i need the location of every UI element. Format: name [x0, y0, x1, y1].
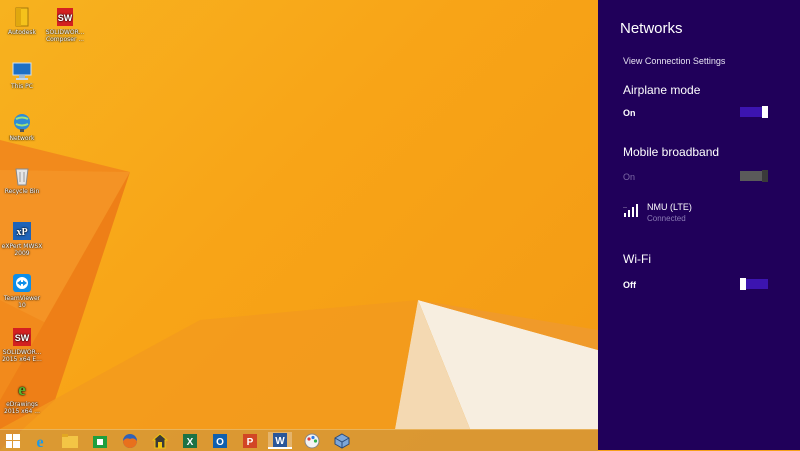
- desktop-icon-label: This PC: [11, 83, 33, 90]
- network-item-nmu-lte[interactable]: ‥ NMU (LTE) Connected: [623, 200, 783, 224]
- desktop-icon-this-pc[interactable]: This PC: [0, 60, 44, 90]
- internet-explorer-icon: e: [36, 434, 43, 449]
- edrawings-icon: e: [11, 378, 33, 400]
- secure-app-button[interactable]: [148, 432, 172, 449]
- excel-button[interactable]: X: [178, 432, 202, 449]
- desktop: Autodesk SW SOLIDWOR... Composer ... Thi…: [0, 0, 598, 450]
- toggle-knob: [740, 278, 746, 290]
- airplane-mode-heading: Airplane mode: [623, 83, 701, 97]
- svg-text:SW: SW: [58, 13, 73, 23]
- airplane-mode-state: On: [623, 108, 636, 118]
- signal-bars-icon: ‥: [623, 203, 638, 217]
- outlook-button[interactable]: O: [208, 432, 232, 449]
- desktop-icon-teamviewer[interactable]: TeamViewer 10: [0, 272, 44, 309]
- file-explorer-button[interactable]: [58, 432, 82, 449]
- networks-panel: Networks View Connection Settings Airpla…: [598, 0, 800, 450]
- desktop-icon-recycle-bin[interactable]: Recycle Bin: [0, 165, 44, 195]
- svg-text:e: e: [18, 380, 26, 399]
- outlook-icon: O: [213, 433, 227, 448]
- network-name: NMU (LTE): [647, 202, 692, 212]
- network-status: Connected: [647, 214, 686, 223]
- desktop-icon-label: SOLIDWOR... 2015 x64 E...: [2, 349, 42, 363]
- wifi-toggle[interactable]: [740, 278, 768, 290]
- wifi-heading: Wi-Fi: [623, 252, 651, 266]
- folder-icon: [11, 6, 33, 28]
- svg-text:e: e: [36, 434, 43, 449]
- virtualbox-icon: [334, 432, 350, 449]
- solidworks-composer-icon: SW: [54, 6, 76, 28]
- expert-icon: xP: [11, 220, 33, 242]
- airplane-mode-toggle[interactable]: [740, 106, 768, 118]
- desktop-icon-label: TeamViewer 10: [3, 295, 41, 309]
- windows-logo-icon: [6, 433, 20, 448]
- desktop-icon-label: eXPert MWSX 2009: [1, 243, 43, 257]
- desktop-icon-solidworks-composer[interactable]: SW SOLIDWOR... Composer ...: [43, 6, 87, 43]
- mobile-broadband-state: On: [623, 172, 636, 182]
- svg-text:SW: SW: [15, 333, 30, 343]
- desktop-icon-autodesk[interactable]: Autodesk: [0, 6, 44, 36]
- solidworks-icon: SW: [11, 326, 33, 348]
- firefox-button[interactable]: [118, 432, 142, 449]
- excel-icon: X: [183, 433, 197, 448]
- panel-title: Networks: [620, 20, 683, 37]
- desktop-icon-expert[interactable]: xP eXPert MWSX 2009: [0, 220, 44, 257]
- store-icon: [93, 435, 107, 448]
- paint-icon: [304, 433, 320, 448]
- taskbar: e X O P W: [0, 429, 598, 451]
- internet-explorer-button[interactable]: e: [28, 432, 52, 449]
- teamviewer-icon: [11, 272, 33, 294]
- word-button[interactable]: W: [268, 432, 292, 449]
- desktop-icon-edrawings[interactable]: e eDrawings 2015 x64 ...: [0, 378, 44, 415]
- desktop-icon-label: Network: [9, 135, 35, 142]
- svg-text:W: W: [275, 436, 285, 447]
- powerpoint-icon: P: [243, 433, 257, 448]
- svg-text:xP: xP: [16, 227, 27, 238]
- firefox-icon: [123, 433, 137, 448]
- desktop-icon-label: eDrawings 2015 x64 ...: [4, 401, 40, 415]
- shield-house-icon: [152, 432, 168, 448]
- desktop-icon-solidworks[interactable]: SW SOLIDWOR... 2015 x64 E...: [0, 326, 44, 363]
- svg-text:O: O: [216, 437, 224, 448]
- wifi-state: Off: [623, 280, 636, 290]
- mobile-broadband-heading: Mobile broadband: [623, 145, 720, 159]
- desktop-icon-label: Autodesk: [7, 29, 37, 36]
- desktop-icon-label: Recycle Bin: [4, 188, 40, 195]
- svg-text:P: P: [247, 437, 254, 448]
- wallpaper: [0, 140, 598, 450]
- toggle-knob: [762, 106, 768, 118]
- network-icon: [11, 112, 33, 134]
- store-button[interactable]: [88, 432, 112, 449]
- word-icon: W: [273, 432, 287, 447]
- computer-icon: [11, 60, 33, 82]
- recycle-bin-icon: [11, 165, 33, 187]
- mobile-broadband-toggle: [740, 170, 768, 182]
- desktop-icon-network[interactable]: Network: [0, 112, 44, 142]
- paint-button[interactable]: [300, 432, 324, 449]
- toggle-knob: [762, 170, 768, 182]
- virtualbox-button[interactable]: [330, 432, 354, 449]
- svg-text:X: X: [187, 437, 194, 448]
- desktop-icon-label: SOLIDWOR... Composer ...: [45, 29, 85, 43]
- view-connection-settings-link[interactable]: View Connection Settings: [623, 56, 725, 66]
- start-button[interactable]: [1, 432, 25, 449]
- powerpoint-button[interactable]: P: [238, 432, 262, 449]
- svg-text:‥: ‥: [623, 203, 627, 210]
- folder-icon: [62, 433, 78, 448]
